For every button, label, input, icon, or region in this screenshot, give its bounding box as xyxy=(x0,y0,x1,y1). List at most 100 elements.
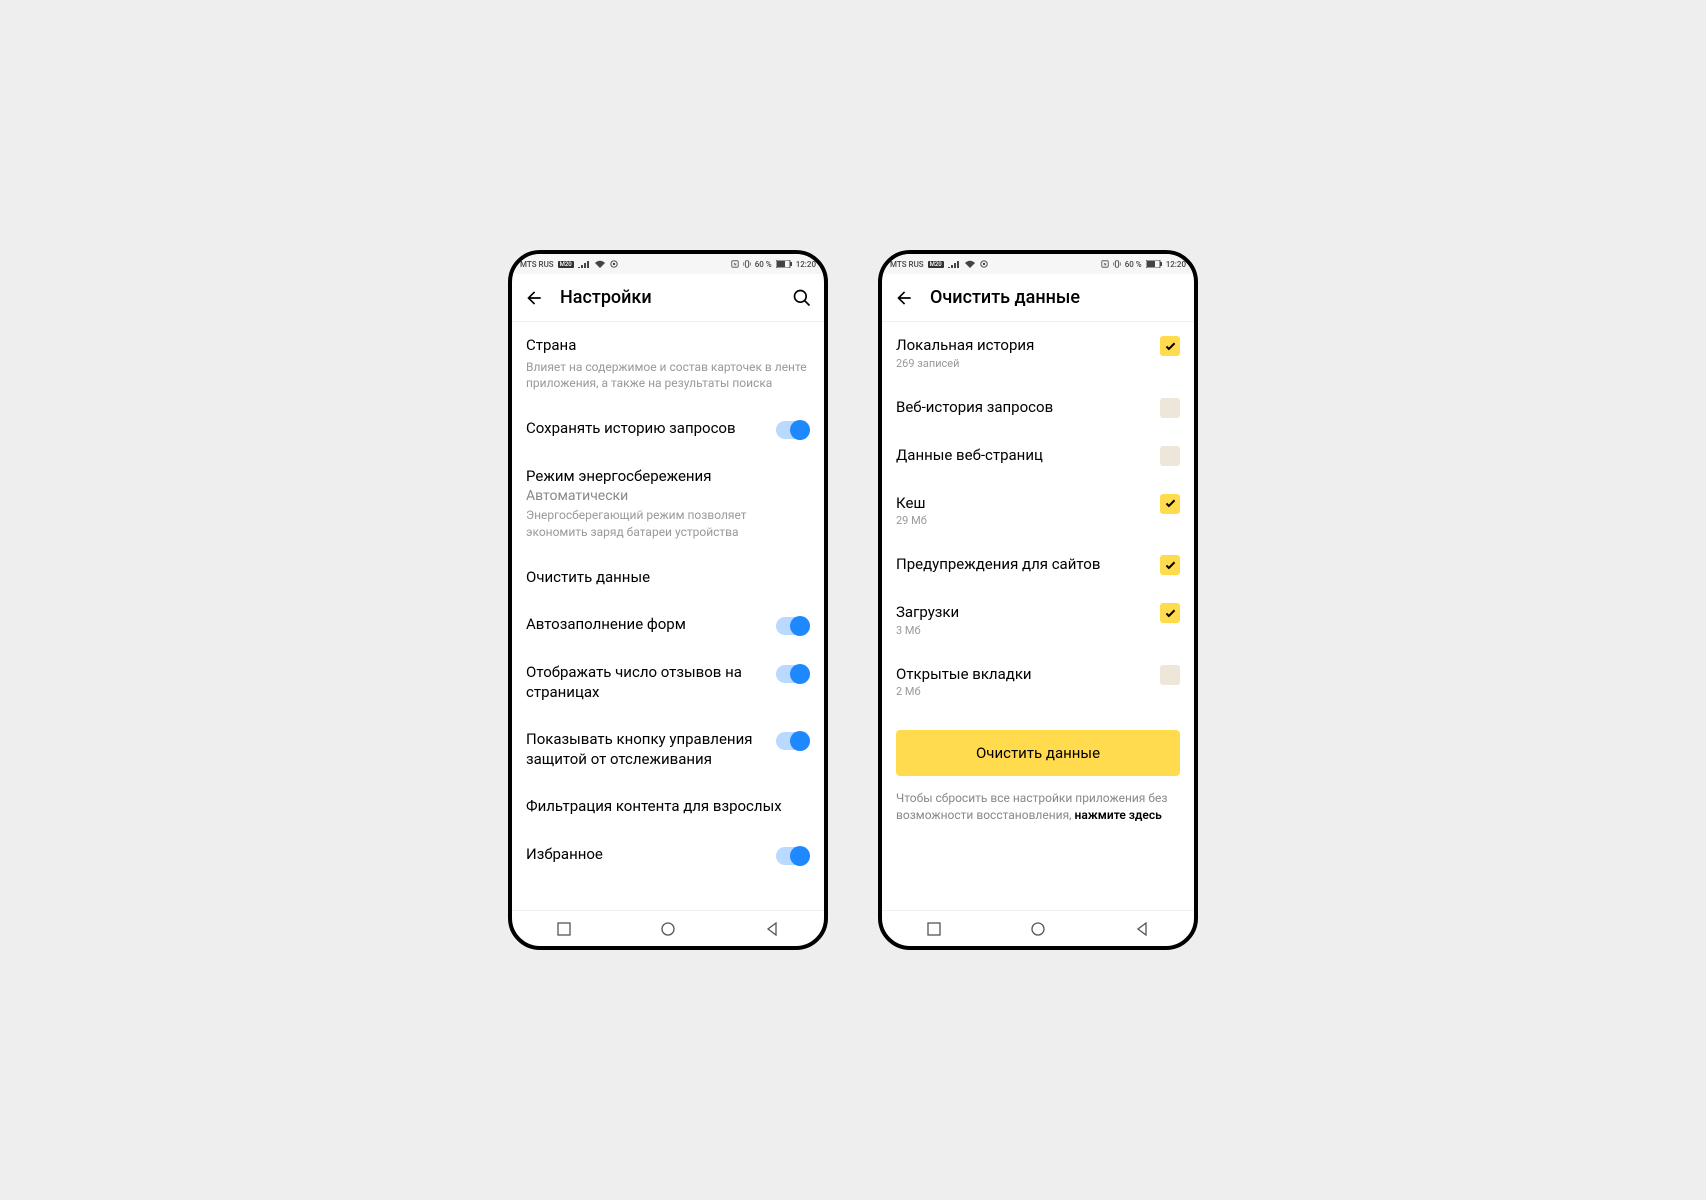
vibrate-icon xyxy=(743,260,751,268)
carrier-badge: M20 xyxy=(558,261,574,268)
reset-note: Чтобы сбросить все настройки приложения … xyxy=(896,790,1180,824)
setting-description: Энергосберегающий режим позволяет эконом… xyxy=(526,507,810,539)
nav-back-icon[interactable] xyxy=(765,922,779,936)
toggle-on[interactable] xyxy=(776,421,810,439)
arrow-left-icon xyxy=(524,288,544,308)
item-label: Данные веб-страниц xyxy=(896,446,1152,466)
app-header: Настройки xyxy=(512,274,824,322)
nav-home-icon[interactable] xyxy=(1031,922,1045,936)
item-subtitle: 29 Мб xyxy=(896,514,1152,527)
setting-save-history[interactable]: Сохранять историю запросов xyxy=(526,405,810,453)
battery-icon xyxy=(776,260,792,268)
checkbox[interactable] xyxy=(1160,555,1180,575)
setting-country[interactable]: Страна Влияет на содержимое и состав кар… xyxy=(526,322,810,405)
item-site-warnings[interactable]: Предупреждения для сайтов xyxy=(896,541,1180,589)
nfc-icon: N xyxy=(1101,260,1109,268)
toggle-on[interactable] xyxy=(776,847,810,865)
reset-link[interactable]: нажмите здесь xyxy=(1075,808,1162,822)
arrow-left-icon xyxy=(894,288,914,308)
clock: 12:20 xyxy=(1166,260,1186,269)
battery-percent: 60 % xyxy=(755,260,772,269)
setting-power-mode[interactable]: Режим энергосбережения Автоматически Эне… xyxy=(526,453,810,554)
gear-icon xyxy=(980,260,988,268)
setting-label: Автозаполнение форм xyxy=(526,615,768,635)
checkbox[interactable] xyxy=(1160,603,1180,623)
carrier-name: MTS RUS xyxy=(890,260,924,269)
setting-value: Автоматически xyxy=(526,488,810,504)
nav-recent-icon[interactable] xyxy=(927,922,941,936)
item-label: Предупреждения для сайтов xyxy=(896,555,1152,575)
battery-icon xyxy=(1146,260,1162,268)
page-title: Очистить данные xyxy=(930,287,1184,308)
carrier-badge: M20 xyxy=(928,261,944,268)
toggle-on[interactable] xyxy=(776,732,810,750)
search-icon xyxy=(792,288,812,308)
wifi-icon xyxy=(594,260,606,268)
svg-text:N: N xyxy=(1103,262,1106,267)
setting-adult-filter[interactable]: Фильтрация контента для взрослых xyxy=(526,783,810,831)
item-cache[interactable]: Кеш 29 Мб xyxy=(896,480,1180,542)
setting-label: Страна xyxy=(526,336,810,356)
setting-reviews-count[interactable]: Отображать число отзывов на страницах xyxy=(526,649,810,716)
check-icon xyxy=(1164,340,1177,353)
item-open-tabs[interactable]: Открытые вкладки 2 Мб xyxy=(896,651,1180,713)
setting-favorites[interactable]: Избранное xyxy=(526,831,810,879)
item-subtitle: 3 Мб xyxy=(896,624,1152,637)
android-navbar xyxy=(512,910,824,946)
setting-label: Показывать кнопку управления защитой от … xyxy=(526,730,768,769)
setting-clear-data[interactable]: Очистить данные xyxy=(526,554,810,602)
settings-list: Страна Влияет на содержимое и состав кар… xyxy=(512,322,824,910)
check-icon xyxy=(1164,497,1177,510)
item-label: Кеш xyxy=(896,494,1152,514)
back-button[interactable] xyxy=(892,286,916,310)
setting-label: Очистить данные xyxy=(526,568,810,588)
search-button[interactable] xyxy=(790,286,814,310)
phone-settings: MTS RUS M20 N 60 % 12:20 Настройки Стран… xyxy=(508,250,828,950)
checkbox[interactable] xyxy=(1160,446,1180,466)
carrier-name: MTS RUS xyxy=(520,260,554,269)
nav-recent-icon[interactable] xyxy=(557,922,571,936)
setting-description: Влияет на содержимое и состав карточек в… xyxy=(526,359,810,391)
phone-clear-data: MTS RUS M20 N 60 % 12:20 Очистить данные… xyxy=(878,250,1198,950)
wifi-icon xyxy=(964,260,976,268)
signal-icon xyxy=(578,260,590,268)
battery-percent: 60 % xyxy=(1125,260,1142,269)
item-label: Локальная история xyxy=(896,336,1152,356)
gear-icon xyxy=(610,260,618,268)
setting-label: Режим энергосбережения xyxy=(526,467,810,487)
clear-data-list: Локальная история 269 записей Веб-истори… xyxy=(882,322,1194,910)
clock: 12:20 xyxy=(796,260,816,269)
app-header: Очистить данные xyxy=(882,274,1194,322)
setting-label: Избранное xyxy=(526,845,768,865)
setting-autofill[interactable]: Автозаполнение форм xyxy=(526,601,810,649)
item-label: Открытые вкладки xyxy=(896,665,1152,685)
item-subtitle: 269 записей xyxy=(896,357,1152,370)
checkbox[interactable] xyxy=(1160,336,1180,356)
nav-back-icon[interactable] xyxy=(1135,922,1149,936)
checkbox[interactable] xyxy=(1160,494,1180,514)
nfc-icon: N xyxy=(731,260,739,268)
toggle-on[interactable] xyxy=(776,617,810,635)
toggle-on[interactable] xyxy=(776,665,810,683)
item-downloads[interactable]: Загрузки 3 Мб xyxy=(896,589,1180,651)
checkbox[interactable] xyxy=(1160,665,1180,685)
nav-home-icon[interactable] xyxy=(661,922,675,936)
check-icon xyxy=(1164,607,1177,620)
checkbox[interactable] xyxy=(1160,398,1180,418)
clear-data-button[interactable]: Очистить данные xyxy=(896,730,1180,776)
back-button[interactable] xyxy=(522,286,546,310)
setting-tracking-button[interactable]: Показывать кнопку управления защитой от … xyxy=(526,716,810,783)
item-page-data[interactable]: Данные веб-страниц xyxy=(896,432,1180,480)
item-local-history[interactable]: Локальная история 269 записей xyxy=(896,322,1180,384)
status-bar: MTS RUS M20 N 60 % 12:20 xyxy=(882,254,1194,274)
setting-label: Фильтрация контента для взрослых xyxy=(526,797,810,817)
item-web-history[interactable]: Веб-история запросов xyxy=(896,384,1180,432)
setting-label: Отображать число отзывов на страницах xyxy=(526,663,768,702)
button-label: Очистить данные xyxy=(976,744,1100,762)
setting-label: Сохранять историю запросов xyxy=(526,419,768,439)
svg-text:N: N xyxy=(733,262,736,267)
android-navbar xyxy=(882,910,1194,946)
signal-icon xyxy=(948,260,960,268)
vibrate-icon xyxy=(1113,260,1121,268)
item-label: Веб-история запросов xyxy=(896,398,1152,418)
